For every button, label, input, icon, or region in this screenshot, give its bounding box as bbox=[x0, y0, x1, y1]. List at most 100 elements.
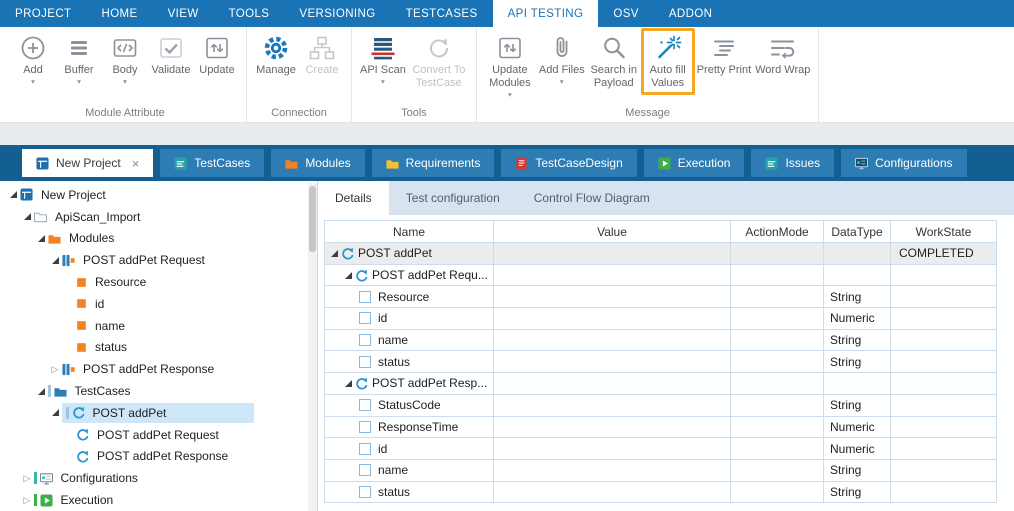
tab-details[interactable]: Details bbox=[318, 181, 389, 215]
row-checkbox[interactable] bbox=[359, 399, 371, 411]
row-checkbox[interactable] bbox=[359, 421, 371, 433]
column-header-workstate[interactable]: WorkState bbox=[891, 220, 997, 243]
row-checkbox[interactable] bbox=[359, 312, 371, 324]
details-body: Name Value ActionMode DataType WorkState… bbox=[318, 215, 1014, 511]
actionmode-cell bbox=[731, 417, 824, 439]
actionmode-cell bbox=[731, 265, 824, 287]
add-files-button[interactable]: Add Files▾ bbox=[537, 30, 587, 86]
tree-item-name[interactable]: name bbox=[0, 315, 317, 337]
tree-item-post-addpet-request-module[interactable]: POST addPet Request bbox=[0, 249, 317, 271]
row-checkbox[interactable] bbox=[359, 486, 371, 498]
expander-icon[interactable] bbox=[34, 388, 48, 395]
expander-icon[interactable] bbox=[327, 250, 341, 257]
expander-icon[interactable]: ▷ bbox=[20, 495, 34, 506]
update-modules-button[interactable]: Update Modules▾ bbox=[483, 30, 537, 99]
tree-item-configurations[interactable]: ▷ Configurations bbox=[0, 467, 317, 489]
tree-item-post-addpet-request-step[interactable]: POST addPet Request bbox=[0, 424, 317, 446]
refresh-icon bbox=[355, 377, 368, 390]
tree-item-testcases[interactable]: TestCases bbox=[0, 380, 317, 402]
tab-testcases[interactable]: TestCases bbox=[160, 149, 264, 177]
scrollbar-thumb[interactable] bbox=[309, 186, 316, 252]
validate-button[interactable]: Validate bbox=[148, 30, 194, 78]
tree-item-label: id bbox=[91, 295, 108, 313]
manage-button[interactable]: Manage bbox=[253, 30, 299, 78]
expander-icon[interactable] bbox=[34, 235, 48, 242]
tree-item-resource[interactable]: Resource bbox=[0, 271, 317, 293]
tree-item-id[interactable]: id bbox=[0, 293, 317, 315]
row-checkbox[interactable] bbox=[359, 334, 371, 346]
table-row-status-request[interactable]: status String bbox=[324, 351, 1014, 373]
table-row-status-response[interactable]: status String bbox=[324, 482, 1014, 504]
tab-issues[interactable]: Issues bbox=[751, 149, 834, 177]
menu-item-tools[interactable]: TOOLS bbox=[214, 0, 285, 27]
table-row-post-addpet-request[interactable]: POST addPet Requ... bbox=[324, 265, 1014, 287]
expander-icon[interactable] bbox=[341, 380, 355, 387]
table-row-id-request[interactable]: id Numeric bbox=[324, 308, 1014, 330]
convert-to-testcase-button[interactable]: Convert To TestCase bbox=[408, 30, 470, 91]
table-row-post-addpet-response[interactable]: POST addPet Resp... bbox=[324, 373, 1014, 395]
expander-icon[interactable]: ▷ bbox=[20, 473, 34, 484]
word-wrap-button[interactable]: Word Wrap bbox=[753, 30, 812, 78]
tree-item-status[interactable]: status bbox=[0, 337, 317, 359]
table-row-resource[interactable]: Resource String bbox=[324, 286, 1014, 308]
tree-item-execution[interactable]: ▷ Execution bbox=[0, 489, 317, 511]
column-header-value[interactable]: Value bbox=[494, 220, 731, 243]
expander-icon[interactable] bbox=[6, 191, 20, 198]
expander-icon[interactable] bbox=[48, 409, 62, 416]
column-header-name[interactable]: Name bbox=[324, 220, 494, 243]
row-checkbox[interactable] bbox=[359, 443, 371, 455]
table-row-name-request[interactable]: name String bbox=[324, 330, 1014, 352]
tab-modules[interactable]: Modules bbox=[271, 149, 364, 177]
tab-control-flow-diagram[interactable]: Control Flow Diagram bbox=[517, 181, 667, 215]
tree-item-post-addpet-response-step[interactable]: POST addPet Response bbox=[0, 446, 317, 468]
create-button[interactable]: Create bbox=[299, 30, 345, 78]
update-button[interactable]: Update bbox=[194, 30, 240, 78]
table-row-name-response[interactable]: name String bbox=[324, 460, 1014, 482]
body-button[interactable]: Body▾ bbox=[102, 30, 148, 86]
workstate-cell bbox=[891, 330, 997, 352]
menu-item-addon[interactable]: ADDON bbox=[654, 0, 728, 27]
menu-item-home[interactable]: HOME bbox=[86, 0, 152, 27]
expander-icon[interactable] bbox=[20, 213, 34, 220]
menu-item-api-testing[interactable]: API TESTING bbox=[493, 0, 599, 27]
close-icon[interactable]: × bbox=[132, 157, 140, 170]
pretty-print-button[interactable]: Pretty Print bbox=[695, 30, 753, 78]
expander-icon[interactable] bbox=[341, 272, 355, 279]
table-row-id-response[interactable]: id Numeric bbox=[324, 438, 1014, 460]
search-in-payload-button[interactable]: Search in Payload bbox=[587, 30, 641, 91]
expander-icon[interactable] bbox=[48, 257, 62, 264]
table-row-responsetime[interactable]: ResponseTime Numeric bbox=[324, 417, 1014, 439]
tab-new-project[interactable]: New Project × bbox=[22, 149, 153, 177]
row-checkbox[interactable] bbox=[359, 464, 371, 476]
row-checkbox[interactable] bbox=[359, 356, 371, 368]
table-row-post-addpet[interactable]: POST addPet COMPLETED bbox=[324, 243, 1014, 265]
tree-item-modules[interactable]: Modules bbox=[0, 228, 317, 250]
column-header-datatype[interactable]: DataType bbox=[824, 220, 891, 243]
column-header-actionmode[interactable]: ActionMode bbox=[731, 220, 824, 243]
tab-execution[interactable]: Execution bbox=[644, 149, 745, 177]
tree-item-new-project[interactable]: New Project bbox=[0, 184, 317, 206]
auto-fill-values-button[interactable]: Auto fill Values bbox=[641, 28, 695, 95]
menu-item-view[interactable]: VIEW bbox=[153, 0, 214, 27]
menu-item-osv[interactable]: OSV bbox=[598, 0, 654, 27]
api-scan-button[interactable]: API Scan▾ bbox=[358, 30, 408, 86]
tab-testcasedesign[interactable]: TestCaseDesign bbox=[501, 149, 636, 177]
menu-item-versioning[interactable]: VERSIONING bbox=[284, 0, 390, 27]
buffer-button[interactable]: Buffer▾ bbox=[56, 30, 102, 86]
tree-item-post-addpet[interactable]: POST addPet bbox=[0, 402, 317, 424]
tab-requirements[interactable]: Requirements bbox=[372, 149, 495, 177]
row-checkbox[interactable] bbox=[359, 291, 371, 303]
tree-item-post-addpet-response-module[interactable]: ▷ POST addPet Response bbox=[0, 358, 317, 380]
buffer-label: Buffer bbox=[64, 64, 93, 77]
add-button[interactable]: Add▾ bbox=[10, 30, 56, 86]
tree-scrollbar[interactable] bbox=[308, 183, 317, 511]
tab-test-configuration[interactable]: Test configuration bbox=[389, 181, 517, 215]
menu-item-testcases[interactable]: TESTCASES bbox=[391, 0, 493, 27]
expander-icon[interactable]: ▷ bbox=[48, 364, 62, 375]
tree-item-apiscan-import[interactable]: ApiScan_Import bbox=[0, 206, 317, 228]
body-label: Body bbox=[112, 64, 137, 77]
table-row-statuscode[interactable]: StatusCode String bbox=[324, 395, 1014, 417]
workstate-cell bbox=[891, 265, 997, 287]
menu-item-project[interactable]: PROJECT bbox=[0, 0, 86, 27]
tab-configurations[interactable]: Configurations bbox=[841, 149, 966, 177]
